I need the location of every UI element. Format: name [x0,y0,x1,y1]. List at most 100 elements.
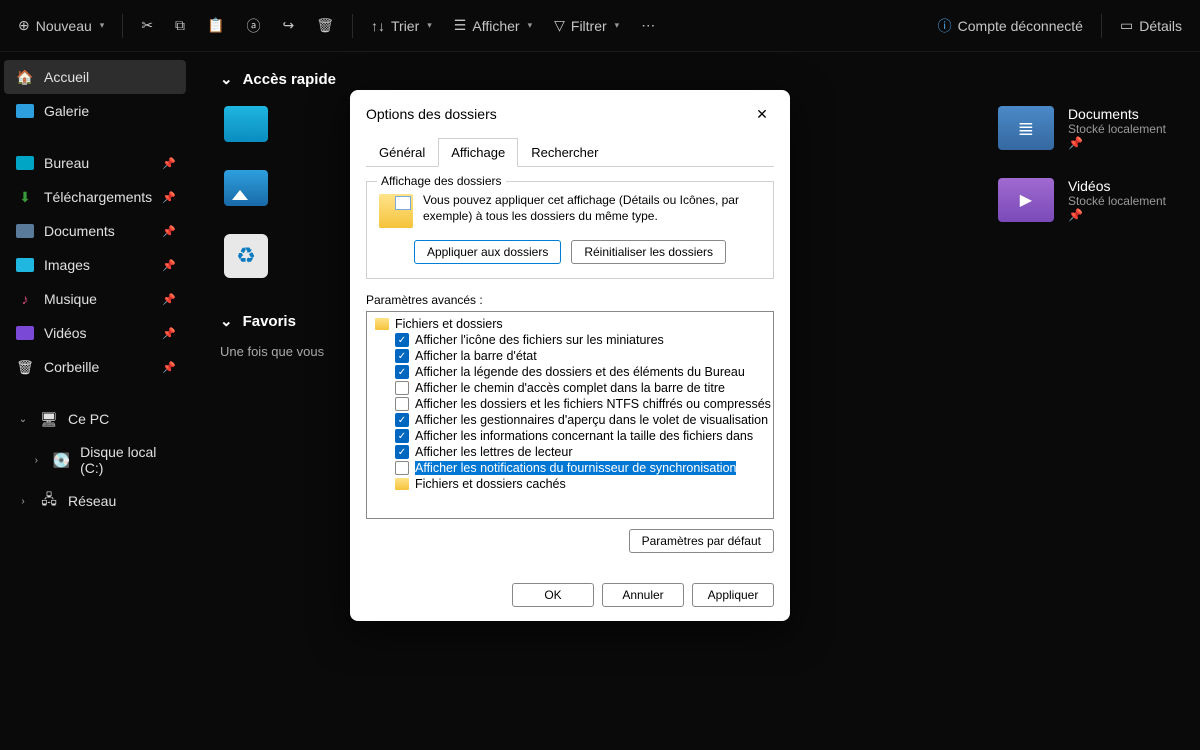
ok-button[interactable]: OK [512,583,594,607]
tree-label: Afficher les lettres de lecteur [415,445,572,459]
account-status[interactable]: ⓘ Compte déconnecté [930,10,1091,42]
details-button[interactable]: ▭ Détails [1112,11,1190,40]
sidebar-label: Bureau [44,155,89,171]
cancel-button[interactable]: Annuler [602,583,684,607]
tree-label: Afficher les gestionnaires d'aperçu dans… [415,413,768,427]
new-label: Nouveau [36,18,92,34]
details-label: Détails [1139,18,1182,34]
plus-icon: ⊕ [18,17,30,34]
tree-item[interactable]: ✓ Afficher les gestionnaires d'aperçu dan… [369,412,771,428]
documents-icon [16,222,34,240]
download-icon: ⬇ [16,188,34,206]
sidebar-label: Corbeille [44,359,99,375]
sidebar-item-network[interactable]: › 🖧 Réseau [4,484,186,518]
quick-access-header[interactable]: ⌄ Accès rapide [220,70,1170,88]
tab-view[interactable]: Affichage [438,138,518,167]
folder-videos[interactable]: Vidéos Stocké localement 📌 [994,174,1170,226]
tree-item[interactable]: Afficher les notifications du fournisseu… [369,460,771,476]
apply-button[interactable]: Appliquer [692,583,774,607]
filter-button[interactable]: ▽ Filtrer ▾ [546,11,627,40]
tree-label: Afficher l'icône des fichiers sur les mi… [415,333,664,347]
tree-item[interactable]: ✓ Afficher la légende des dossiers et des… [369,364,771,380]
sidebar-label: Téléchargements [44,189,152,205]
tree-hidden-root[interactable]: Fichiers et dossiers cachés [369,476,771,492]
rename-button[interactable]: ⓐ [238,10,268,42]
chevron-right-icon: › [30,455,43,466]
tab-search[interactable]: Rechercher [518,138,611,167]
pin-icon: 📌 [162,259,176,272]
checkbox[interactable]: ✓ [395,429,409,443]
pictures-icon [16,256,34,274]
checkbox[interactable]: ✓ [395,333,409,347]
tree-item[interactable]: ✓Afficher la barre d'état [369,348,771,364]
pc-icon: 🖥 [40,410,58,428]
sidebar-label: Accueil [44,69,89,85]
view-label: Afficher [472,18,519,34]
sort-button[interactable]: ↑↓ Trier ▾ [363,12,440,40]
folder-desktop[interactable] [220,102,272,146]
reset-folders-button[interactable]: Réinitialiser les dossiers [571,240,726,264]
checkbox[interactable] [395,381,409,395]
advanced-settings-tree[interactable]: Fichiers et dossiers ✓ Afficher l'icône d… [366,311,774,519]
desktop-folder-icon [224,106,268,142]
copy-button[interactable]: ⧉ [167,11,193,40]
cut-button[interactable]: ✂ [133,11,161,40]
paste-button[interactable]: 📋 [199,11,232,40]
sidebar-label: Galerie [44,103,89,119]
favorites-label: Favoris [243,313,296,330]
tree-item[interactable]: ✓ Afficher les lettres de lecteur [369,444,771,460]
more-button[interactable]: ⋯ [633,11,663,40]
delete-button[interactable]: 🗑 [308,11,342,40]
close-button[interactable]: ✕ [750,102,774,126]
sidebar-item-home[interactable]: 🏠 Accueil [4,60,186,94]
checkbox[interactable]: ✓ [395,365,409,379]
folder-icon [395,478,409,490]
chevron-down-icon: ▾ [427,20,432,31]
tree-item[interactable]: Afficher les dossiers et les fichiers NT… [369,396,771,412]
folder-pictures[interactable] [220,166,272,210]
tab-general[interactable]: Général [366,138,438,167]
sidebar-item-music[interactable]: ♪ Musique 📌 [4,282,186,316]
view-button[interactable]: ☰ Afficher ▾ [446,11,540,40]
share-icon: ↪ [282,17,294,34]
tree-root[interactable]: Fichiers et dossiers [369,316,771,332]
chevron-down-icon: ▾ [528,20,533,31]
pin-icon: 📌 [1068,208,1166,222]
restore-defaults-button[interactable]: Paramètres par défaut [629,529,774,553]
folder-recycle[interactable] [220,230,272,282]
tree-label: Afficher la légende des dossiers et des … [415,365,745,379]
checkbox[interactable]: ✓ [395,413,409,427]
folder-subtitle: Stocké localement [1068,122,1166,136]
sidebar-item-videos[interactable]: Vidéos 📌 [4,316,186,350]
sidebar-item-desktop[interactable]: Bureau 📌 [4,146,186,180]
sidebar-item-thispc[interactable]: ⌄ 🖥 Ce PC [4,402,186,436]
videos-icon [16,324,34,342]
tree-item[interactable]: ✓Afficher les informations concernant la… [369,428,771,444]
apply-to-folders-button[interactable]: Appliquer aux dossiers [414,240,561,264]
new-button[interactable]: ⊕ Nouveau ▾ [10,11,112,40]
checkbox[interactable]: ✓ [395,349,409,363]
dialog-title: Options des dossiers [366,106,497,122]
details-icon: ▭ [1120,17,1133,34]
tree-item[interactable]: Afficher le chemin d'accès complet dans … [369,380,771,396]
checkbox[interactable] [395,397,409,411]
recycle-folder-icon [224,234,268,278]
sidebar-item-downloads[interactable]: ⬇ Téléchargements 📌 [4,180,186,214]
checkbox[interactable]: ✓ [395,445,409,459]
chevron-down-icon: ▾ [100,20,105,31]
sidebar-item-pictures[interactable]: Images 📌 [4,248,186,282]
sidebar-item-recycle[interactable]: 🗑 Corbeille 📌 [4,350,186,384]
sidebar-label: Disque local (C:) [80,444,174,476]
sidebar-item-documents[interactable]: Documents 📌 [4,214,186,248]
tree-label: Afficher les notifications du fournisseu… [415,461,736,475]
folder-documents[interactable]: Documents Stocké localement 📌 [994,102,1170,154]
sort-icon: ↑↓ [371,18,385,34]
share-button[interactable]: ↪ [274,11,302,40]
sidebar: 🏠 Accueil Galerie Bureau 📌 ⬇ Téléchargem… [0,52,190,750]
rename-icon: ⓐ [246,16,260,36]
sidebar-item-gallery[interactable]: Galerie [4,94,186,128]
sidebar-item-disk[interactable]: › 💽 Disque local (C:) [4,436,186,484]
checkbox[interactable] [395,461,409,475]
tree-item[interactable]: ✓ Afficher l'icône des fichiers sur les m… [369,332,771,348]
pin-icon: 📌 [162,327,176,340]
